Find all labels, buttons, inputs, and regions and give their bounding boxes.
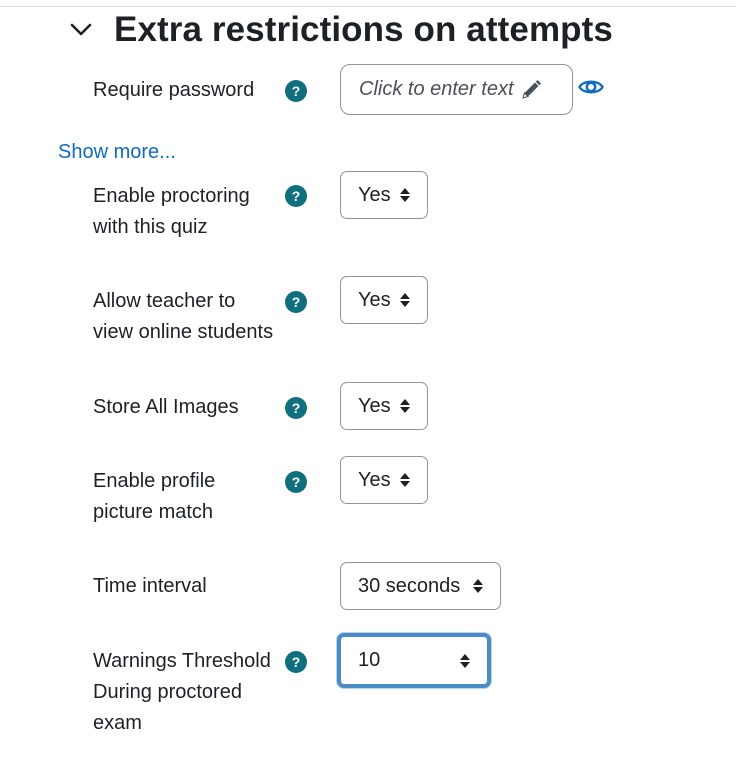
require-password-label: Require password bbox=[93, 79, 255, 101]
password-input[interactable]: Click to enter text bbox=[340, 64, 573, 115]
sort-caret-icon bbox=[460, 653, 470, 668]
sort-caret-icon bbox=[400, 473, 410, 487]
teacher-view-label: Allow teacher to view online students bbox=[93, 290, 274, 343]
store-images-label: Store All Images bbox=[93, 396, 239, 418]
profile-match-select[interactable]: Yes bbox=[340, 456, 428, 504]
store-images-value: Yes bbox=[358, 394, 391, 417]
sort-caret-icon bbox=[473, 579, 483, 593]
time-interval-value: 30 seconds bbox=[358, 574, 461, 597]
warnings-threshold-label: Warnings Threshold During proctored exam bbox=[93, 650, 271, 734]
chevron-down-icon bbox=[70, 23, 92, 36]
profile-match-label: Enable profile picture match bbox=[93, 470, 216, 523]
show-more-link[interactable]: Show more... bbox=[58, 141, 176, 164]
help-icon[interactable]: ? bbox=[285, 651, 307, 673]
help-icon[interactable]: ? bbox=[285, 471, 307, 493]
teacher-view-select[interactable]: Yes bbox=[340, 276, 428, 324]
enable-proctoring-label: Enable proctoring with this quiz bbox=[93, 185, 250, 238]
help-icon[interactable]: ? bbox=[285, 185, 307, 207]
profile-match-value: Yes bbox=[358, 468, 391, 491]
proctoring-select[interactable]: Yes bbox=[340, 171, 428, 219]
password-value: Click to enter text bbox=[359, 78, 514, 100]
sort-caret-icon bbox=[400, 293, 410, 307]
warnings-threshold-value: 10 bbox=[358, 649, 381, 671]
top-divider bbox=[0, 6, 736, 7]
section-header-toggle[interactable]: Extra restrictions on attempts bbox=[68, 10, 613, 50]
sort-caret-icon bbox=[400, 399, 410, 413]
help-icon[interactable]: ? bbox=[285, 80, 307, 102]
warnings-threshold-select[interactable]: 10 bbox=[337, 633, 491, 688]
proctoring-value: Yes bbox=[358, 183, 391, 206]
sort-caret-icon bbox=[400, 188, 410, 202]
store-images-select[interactable]: Yes bbox=[340, 382, 428, 430]
section-title: Extra restrictions on attempts bbox=[114, 10, 613, 49]
teacher-view-value: Yes bbox=[358, 288, 391, 311]
pencil-icon bbox=[521, 79, 541, 99]
time-interval-select[interactable]: 30 seconds bbox=[340, 562, 501, 610]
help-icon[interactable]: ? bbox=[285, 397, 307, 419]
time-interval-label: Time interval bbox=[93, 575, 207, 597]
eye-icon[interactable] bbox=[578, 76, 604, 98]
help-icon[interactable]: ? bbox=[285, 291, 307, 313]
